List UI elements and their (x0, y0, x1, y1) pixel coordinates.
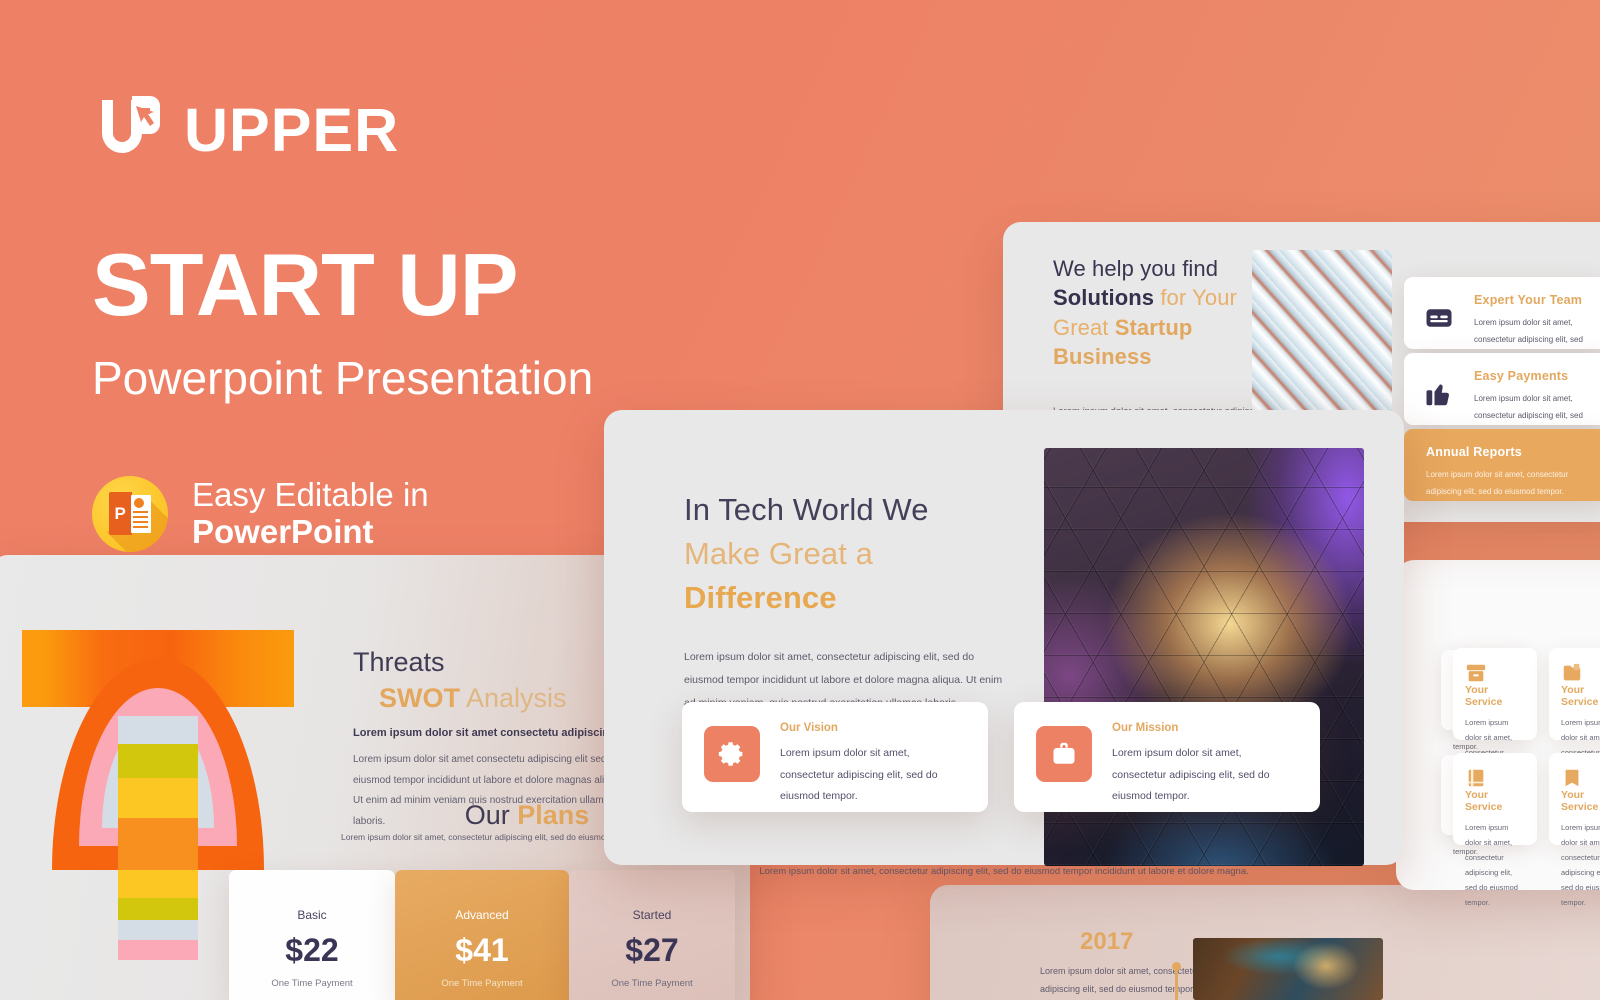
plans-heading-normal: Our (464, 800, 518, 830)
folder-icon (1561, 662, 1600, 684)
powerpoint-icon: P (92, 475, 168, 552)
service-card-3[interactable]: Your Service Lorem ipsum dolor sit amet,… (1549, 648, 1600, 802)
upper-u-arrow-logo-icon (92, 92, 168, 168)
brand-logo[interactable]: UPPER (92, 92, 792, 168)
book-icon (1465, 767, 1525, 789)
service-card-2[interactable]: Your Service Lorem ipsum dolor sit amet,… (1453, 753, 1537, 907)
pricing-subtitle: One Time Payment (441, 978, 523, 989)
service-card-body: Lorem ipsum dolor sit amet, consectetur … (1561, 823, 1600, 907)
page-title: START UP (92, 235, 518, 334)
feature-card-title: Easy Payments (1474, 369, 1569, 383)
badge-line-1: Easy Editable in (192, 475, 429, 513)
timeline-year: 2017 (1080, 928, 1134, 955)
page-subtitle: Powerpoint Presentation (92, 352, 594, 404)
pricing-card-started[interactable]: Started $27 One Time Payment (569, 870, 735, 1000)
feature-card-annual-reports[interactable]: Annual Reports Lorem ipsum dolor sit ame… (1404, 429, 1600, 501)
service-card-title: Your Service (1561, 684, 1599, 708)
id-card-icon (1422, 301, 1456, 335)
service-card-1[interactable]: Your Service Lorem ipsum dolor sit amet,… (1453, 648, 1537, 802)
swot-bold-word: SWOT (379, 682, 460, 713)
card-our-vision[interactable]: Our Vision Lorem ipsum dolor sit amet, c… (682, 702, 988, 812)
pricing-name: Started (632, 908, 672, 922)
card-our-mission[interactable]: Our Mission Lorem ipsum dolor sit amet, … (1014, 702, 1320, 812)
service-card-title: Your Service (1465, 684, 1503, 708)
swot-rest-word: Analysis (460, 682, 567, 713)
service-card-title: Your Service (1561, 789, 1599, 813)
pricing-amount: $41 (455, 932, 509, 968)
plans-heading-bold: Plans (517, 800, 590, 830)
solutions-heading: We help you find Solutions for Your Grea… (1053, 254, 1273, 371)
tech-heading-line3: Difference (684, 580, 837, 616)
card-title: Our Vision (780, 722, 838, 734)
striped-diagonal-pattern-image (1252, 250, 1392, 415)
card-body: Lorem ipsum dolor sit amet, consectetur … (1112, 747, 1270, 803)
feature-card-expert-your-team[interactable]: Expert Your Team Lorem ipsum dolor sit a… (1404, 277, 1600, 361)
pricing-subtitle: One Time Payment (611, 978, 693, 989)
timeline-connector-line (1175, 970, 1178, 1000)
feature-card-easy-payments[interactable]: Easy Payments Lorem ipsum dolor sit amet… (1404, 353, 1600, 437)
solutions-line-1: We help you find (1053, 256, 1219, 281)
service-card-title: Your Service (1465, 789, 1503, 813)
pricing-amount: $22 (285, 932, 339, 968)
solutions-light-great: Great (1053, 314, 1115, 340)
feature-card-title: Expert Your Team (1474, 293, 1583, 307)
tech-footer-text: Lorem ipsum dolor sit amet, consectetur … (759, 866, 1249, 877)
bookmark-icon (1561, 767, 1600, 789)
powerpoint-badge-text: Easy Editable in PowerPoint (192, 475, 429, 551)
abstract-bokeh-fluid-image (1193, 938, 1383, 1000)
briefcase-icon (1036, 726, 1092, 782)
solutions-bold-business: Business (1053, 343, 1152, 369)
archive-box-icon (1465, 662, 1525, 684)
powerpoint-badge-row: P Easy Editable in PowerPoint (92, 475, 792, 552)
card-body: Lorem ipsum dolor sit amet, consectetur … (780, 747, 938, 803)
pricing-card-advanced[interactable]: Advanced $41 One Time Payment (395, 870, 569, 1000)
solutions-light-foryour: for Your (1154, 285, 1237, 311)
gear-icon (704, 726, 760, 782)
service-card-4[interactable]: Your Service Lorem ipsum dolor sit amet,… (1549, 753, 1600, 907)
hero-block: UPPER START UP Powerpoint Presentation P… (92, 92, 792, 552)
pricing-name: Basic (297, 908, 327, 922)
feature-card-body: Lorem ipsum dolor sit amet, consectetur … (1426, 470, 1569, 496)
feature-card-title: Annual Reports (1426, 445, 1522, 459)
pricing-name: Advanced (455, 908, 509, 922)
card-title: Our Mission (1112, 722, 1179, 734)
solutions-bold-startup: Startup (1114, 314, 1193, 340)
badge-line-2: PowerPoint (192, 512, 374, 550)
pricing-amount: $27 (625, 932, 679, 968)
pricing-subtitle: One Time Payment (271, 978, 353, 989)
service-card-body: Lorem ipsum dolor sit amet, consectetur … (1465, 823, 1518, 907)
brand-name: UPPER (184, 95, 400, 164)
solutions-bold-solutions: Solutions (1053, 285, 1155, 311)
pricing-card-basic[interactable]: Basic $22 One Time Payment (229, 870, 395, 1000)
thumbs-up-icon (1422, 377, 1456, 411)
